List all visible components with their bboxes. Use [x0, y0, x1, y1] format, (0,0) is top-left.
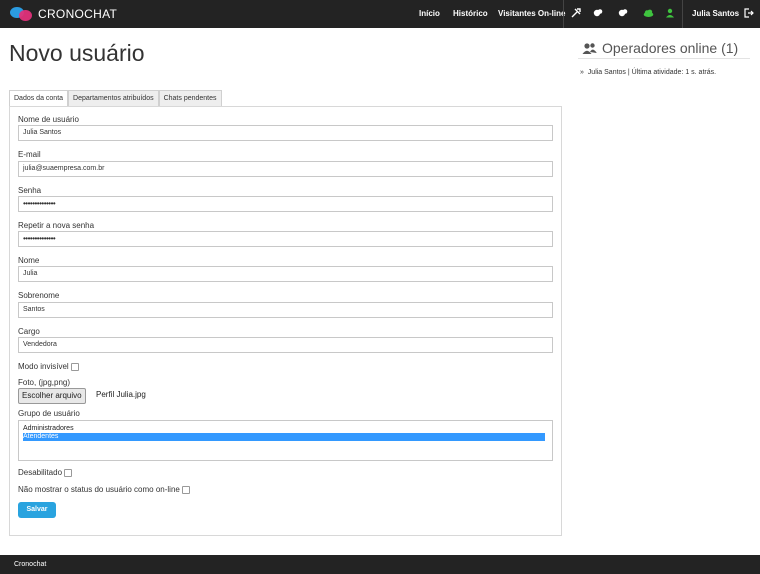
- list-bullet-icon: »: [580, 69, 588, 76]
- group-option-administradores[interactable]: Administradores: [23, 425, 545, 433]
- password-label: Senha: [18, 186, 42, 195]
- tab-bar: Dados da conta Departamentos atribuídos …: [9, 90, 222, 107]
- nav-inicio[interactable]: Início: [419, 0, 440, 28]
- invisible-mode-label: Modo invisível: [18, 362, 69, 371]
- repeat-password-input[interactable]: ••••••••••••••: [18, 231, 553, 247]
- hide-status-checkbox[interactable]: [181, 485, 190, 494]
- online-operator-label: Julia Santos | Última atividade: 1 s. at…: [587, 69, 717, 76]
- chat-bubbles-logo-icon: [10, 6, 34, 22]
- tools-icon[interactable]: [570, 8, 582, 20]
- nav-visitantes-online[interactable]: Visitantes On-line: [498, 0, 565, 28]
- disabled-field: Desabilitado: [18, 468, 73, 477]
- users-icon: [582, 42, 597, 55]
- tab-chats-pendentes[interactable]: Chats pendentes: [158, 90, 222, 106]
- selected-file-name: Perfil Julia.jpg: [96, 390, 146, 399]
- choose-file-button[interactable]: Escolher arquivo: [18, 388, 86, 404]
- disabled-checkbox[interactable]: [64, 468, 73, 477]
- top-navbar: CRONOCHAT Início Histórico Visitantes On…: [0, 0, 760, 28]
- save-button[interactable]: Salvar: [18, 502, 56, 518]
- password-input[interactable]: ••••••••••••••: [18, 196, 553, 212]
- username-input[interactable]: Julia Santos: [18, 125, 553, 141]
- email-label: E-mail: [18, 150, 41, 159]
- person-icon[interactable]: [664, 8, 676, 20]
- tab-dados-da-conta[interactable]: Dados da conta: [9, 90, 69, 107]
- sobrenome-label: Sobrenome: [18, 291, 60, 300]
- sobrenome-input[interactable]: Santos: [18, 302, 553, 318]
- group-option-atendentes[interactable]: Atendentes: [23, 433, 545, 441]
- cloud-icon[interactable]: [642, 8, 654, 20]
- invisible-mode-checkbox[interactable]: [70, 362, 79, 371]
- nav-user-menu[interactable]: Julia Santos: [692, 0, 739, 28]
- cargo-label: Cargo: [18, 327, 40, 336]
- nav-divider: [682, 0, 683, 28]
- footer: Cronochat: [0, 555, 760, 574]
- grupo-label: Grupo de usuário: [18, 409, 80, 418]
- footer-text: Cronochat: [14, 561, 47, 568]
- invisible-mode-field: Modo invisível: [18, 362, 79, 371]
- cargo-input[interactable]: Vendedora: [18, 337, 553, 353]
- online-operators-title: Operadores online (1): [602, 40, 739, 56]
- tab-departamentos-atribuidos[interactable]: Departamentos atribuídos: [68, 90, 159, 106]
- nav-historico[interactable]: Histórico: [453, 0, 488, 28]
- username-label: Nome de usuário: [18, 115, 79, 124]
- sidebar-divider: [578, 58, 750, 59]
- chat-icon[interactable]: [592, 8, 604, 20]
- online-operator-item: » Julia Santos | Última atividade: 1 s. …: [580, 69, 716, 76]
- hide-status-label: Não mostrar o status do usuário como on-…: [18, 485, 180, 494]
- user-group-listbox[interactable]: Administradores Atendentes: [18, 420, 553, 461]
- logout-icon[interactable]: [743, 8, 755, 20]
- nome-label: Nome: [18, 256, 40, 265]
- repeat-password-label: Repetir a nova senha: [18, 221, 95, 230]
- email-input[interactable]: julia@suaempresa.com.br: [18, 161, 553, 177]
- hide-status-field: Não mostrar o status do usuário como on-…: [18, 485, 190, 494]
- nome-input[interactable]: Julia: [18, 266, 553, 282]
- foto-label: Foto, (jpg,png): [18, 378, 71, 387]
- nav-divider: [563, 0, 564, 28]
- brand[interactable]: CRONOCHAT: [10, 6, 117, 22]
- chat-icon[interactable]: [617, 8, 629, 20]
- page-title: Novo usuário: [9, 40, 145, 66]
- disabled-label: Desabilitado: [18, 468, 63, 477]
- brand-name: CRONOCHAT: [38, 7, 118, 21]
